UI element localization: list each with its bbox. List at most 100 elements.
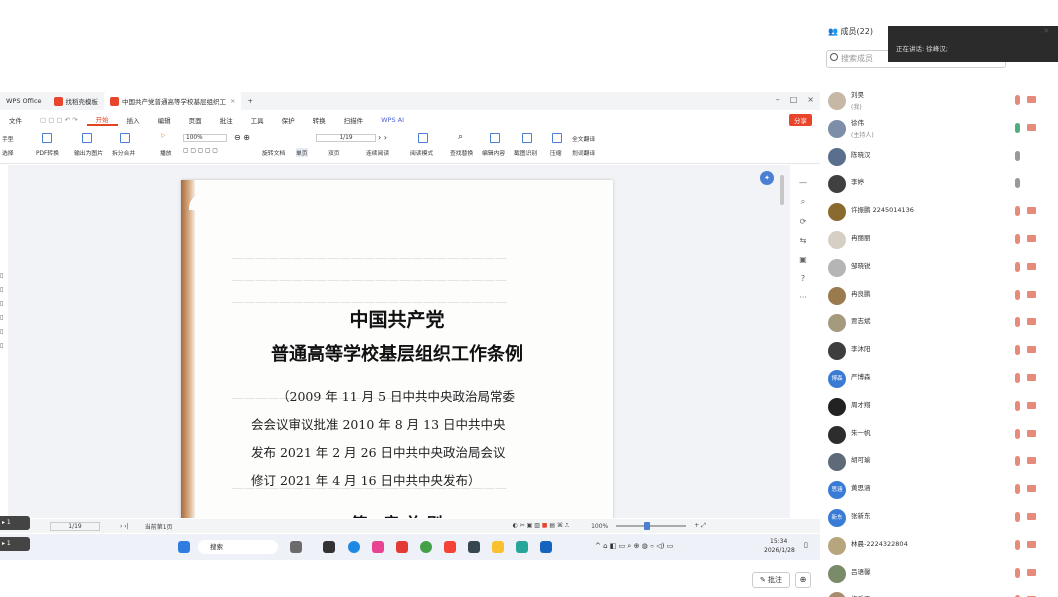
camera-icon[interactable] xyxy=(1027,540,1036,548)
app-icon[interactable] xyxy=(468,541,480,553)
pdf-convert-icon[interactable] xyxy=(42,133,52,143)
to-image-icon[interactable] xyxy=(82,133,92,143)
sidebar-icon[interactable]: ▯ xyxy=(0,300,6,314)
share-button[interactable]: 分享 xyxy=(789,114,812,126)
zoom-out-icon[interactable]: ⊖ ⊕ xyxy=(234,133,250,142)
zoom-select[interactable]: 100% xyxy=(183,134,227,142)
camera-icon[interactable] xyxy=(1027,262,1036,270)
tab-template[interactable]: 找稻壳模板 xyxy=(48,92,105,110)
thumbnail-icon[interactable]: ▣ xyxy=(799,255,807,264)
compress-icon[interactable] xyxy=(552,133,562,143)
member-row[interactable]: 周才翔 xyxy=(820,394,1042,420)
close-tab-icon[interactable]: × xyxy=(230,97,235,105)
to-image-button[interactable]: 输出为图片 xyxy=(74,148,103,157)
mic-icon[interactable] xyxy=(1015,206,1020,217)
screenshot-icon[interactable] xyxy=(522,133,532,143)
mic-icon[interactable] xyxy=(1015,122,1020,133)
single-page-button[interactable]: 单页 xyxy=(296,148,308,157)
minimize-icon[interactable]: – xyxy=(776,95,780,104)
scrollbar-thumb[interactable] xyxy=(780,175,784,205)
screenshot-button[interactable]: 截图识别 xyxy=(514,148,537,157)
find-icon[interactable]: ⌕ xyxy=(458,132,463,142)
member-row[interactable]: 邹晓锐 xyxy=(820,255,1042,281)
mic-icon[interactable] xyxy=(1015,178,1020,189)
split-merge-button[interactable]: 拆分合并 xyxy=(112,148,135,157)
camera-icon[interactable] xyxy=(1027,513,1036,520)
member-row[interactable]: 冉丽丽 xyxy=(820,227,1042,253)
rotate-button[interactable]: 旋转文档 xyxy=(262,148,285,157)
menu-page[interactable]: 页面 xyxy=(180,115,211,125)
wechat-icon[interactable] xyxy=(420,541,432,553)
zoom-slider[interactable] xyxy=(616,522,687,530)
app-icon[interactable] xyxy=(516,541,528,553)
camera-icon[interactable] xyxy=(1027,235,1036,242)
member-row[interactable]: 新东 张新东 xyxy=(820,505,1042,531)
edit-content-icon[interactable] xyxy=(490,133,500,143)
read-mode-icon[interactable] xyxy=(418,133,428,143)
tab-wps-office[interactable]: WPS Office xyxy=(0,92,48,110)
app-icon[interactable] xyxy=(290,541,302,553)
hand-tool[interactable]: 手型 xyxy=(2,134,14,143)
close-panel-icon[interactable]: × xyxy=(1043,26,1050,35)
select-tool[interactable]: 选择 xyxy=(2,148,14,157)
mic-icon[interactable] xyxy=(1015,150,1020,161)
split-icon[interactable] xyxy=(120,133,130,143)
member-row[interactable]: 李沐阳 xyxy=(820,338,1042,364)
read-mode-button[interactable]: 阅读模式 xyxy=(410,148,433,157)
menu-annotate[interactable]: 批注 xyxy=(211,115,242,125)
camera-icon[interactable] xyxy=(1027,346,1036,354)
meeting-icon[interactable] xyxy=(540,541,552,553)
status-view-icons[interactable]: ◐ ✂ ▣ ▥ ■ ▤ ⌘ ⎍ xyxy=(513,522,570,530)
camera-icon[interactable] xyxy=(1027,207,1036,215)
menu-protect[interactable]: 保护 xyxy=(273,115,304,125)
play-icon[interactable]: ▷ xyxy=(161,133,165,139)
member-row[interactable]: 贾志斌 xyxy=(820,310,1042,336)
translate-button[interactable]: 全文翻译 xyxy=(572,134,595,143)
sidebar-icon[interactable]: ▯ xyxy=(0,342,6,356)
sidebar-icon[interactable]: ▯ xyxy=(0,272,6,286)
mic-icon[interactable] xyxy=(1015,400,1020,411)
search-icon[interactable]: ⌕ xyxy=(801,197,805,207)
member-row[interactable]: 思涵 黄思涵 xyxy=(820,477,1042,503)
menu-edit[interactable]: 编辑 xyxy=(149,115,180,125)
sidebar-icon[interactable]: ▯ xyxy=(0,328,6,342)
taskview-icon[interactable] xyxy=(323,541,335,553)
menu-convert[interactable]: 转换 xyxy=(304,115,335,125)
camera-icon[interactable] xyxy=(1027,485,1036,493)
mic-icon[interactable] xyxy=(1015,317,1020,328)
member-row[interactable]: 胡可瑜 xyxy=(820,449,1042,475)
camera-icon[interactable] xyxy=(1027,401,1036,409)
member-row[interactable]: 李婷 xyxy=(820,171,1042,197)
member-row[interactable]: 许振鹏 2245014136 xyxy=(820,199,1042,225)
app-icon[interactable] xyxy=(444,541,456,553)
mic-icon[interactable] xyxy=(1015,373,1020,383)
more-icon[interactable]: ··· xyxy=(799,293,807,302)
mic-icon[interactable] xyxy=(1015,289,1020,300)
menu-insert[interactable]: 插入 xyxy=(118,115,149,125)
camera-icon[interactable] xyxy=(1027,457,1036,465)
annotate-button[interactable]: ✎ 批注 xyxy=(752,572,790,588)
edge-icon[interactable] xyxy=(348,541,360,553)
next-page-icon[interactable]: › › xyxy=(378,133,387,142)
zoom-button[interactable]: ⊕ xyxy=(795,572,811,588)
word-translate-button[interactable]: 划词翻译 xyxy=(572,148,595,157)
menu-scan[interactable]: 扫描件 xyxy=(335,115,373,125)
menu-file[interactable]: 文件 xyxy=(0,115,31,125)
close-icon[interactable]: × xyxy=(807,95,814,104)
new-tab-button[interactable]: + xyxy=(241,92,258,110)
status-page-input[interactable]: 1/19 xyxy=(50,521,100,531)
member-row[interactable]: 陈晓汉 xyxy=(820,144,1042,170)
mic-icon[interactable] xyxy=(1015,484,1020,495)
mic-icon[interactable] xyxy=(1015,539,1020,550)
camera-icon[interactable] xyxy=(1027,429,1036,437)
taskbar-search[interactable]: 搜索 xyxy=(198,540,278,554)
maximize-icon[interactable]: □ xyxy=(790,95,798,104)
tab-document[interactable]: 中国共产党普通高等学校基层组织工 × xyxy=(104,92,242,110)
mic-icon[interactable] xyxy=(1015,456,1020,467)
sidebar-icon[interactable]: ▯ xyxy=(0,286,6,300)
zoom-plus-icon[interactable]: + ⤢ xyxy=(694,522,706,530)
play-button[interactable]: 播放 xyxy=(160,148,172,157)
sync-icon[interactable]: ⟳ xyxy=(800,217,807,226)
tray-icons[interactable]: ^ ⌂ ◧ ▭ ⌕ ⊕ ◍ ⌔ ◁) ▭ xyxy=(595,542,673,551)
menu-wps-ai[interactable]: WPS AI xyxy=(372,116,413,124)
